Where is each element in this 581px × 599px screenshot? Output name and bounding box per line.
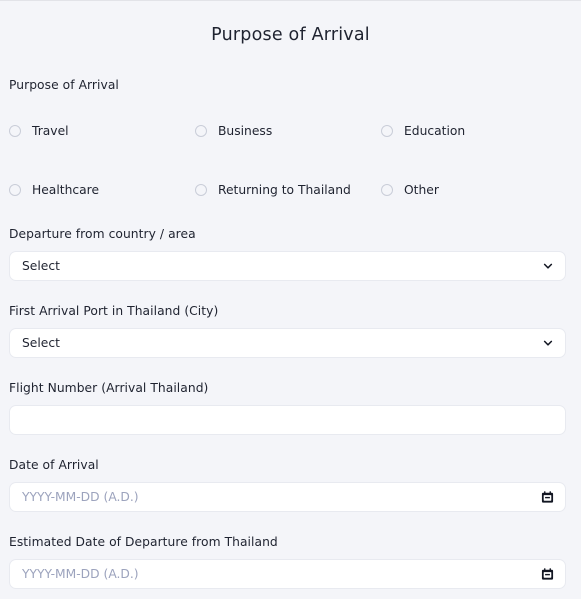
calendar-icon[interactable] xyxy=(541,568,554,581)
departure-country-label: Departure from country / area xyxy=(9,227,196,241)
radio-option-travel[interactable]: Travel xyxy=(9,120,195,142)
chevron-down-icon[interactable] xyxy=(543,338,553,348)
radio-label: Healthcare xyxy=(32,183,100,197)
radio-circle-icon[interactable] xyxy=(195,184,207,196)
date-of-departure-label: Estimated Date of Departure from Thailan… xyxy=(9,535,278,549)
radio-label: Returning to Thailand xyxy=(218,183,351,197)
radio-circle-icon[interactable] xyxy=(381,125,393,137)
radio-label: Education xyxy=(404,124,466,138)
row-spacer xyxy=(381,142,572,179)
radio-option-other[interactable]: Other xyxy=(381,179,572,201)
radio-circle-icon[interactable] xyxy=(381,184,393,196)
radio-label: Business xyxy=(218,124,273,138)
departure-country-select[interactable]: Select xyxy=(9,251,566,281)
radio-circle-icon[interactable] xyxy=(9,184,21,196)
flight-number-group: Flight Number (Arrival Thailand) xyxy=(9,381,572,435)
page-title: Purpose of Arrival xyxy=(211,25,370,45)
radio-label: Other xyxy=(404,183,439,197)
radio-circle-icon[interactable] xyxy=(195,125,207,137)
date-of-departure-group: Estimated Date of Departure from Thailan… xyxy=(9,535,572,589)
radio-label: Travel xyxy=(32,124,69,138)
row-spacer xyxy=(195,142,381,179)
radio-circle-icon[interactable] xyxy=(9,125,21,137)
radio-option-education[interactable]: Education xyxy=(381,120,572,142)
calendar-icon[interactable] xyxy=(541,491,554,504)
purpose-of-arrival-page: Purpose of Arrival Purpose of Arrival Tr… xyxy=(0,0,581,599)
arrival-port-label: First Arrival Port in Thailand (City) xyxy=(9,304,219,318)
arrival-port-select[interactable]: Select xyxy=(9,328,566,358)
date-of-arrival-group: Date of Arrival YYYY-MM-DD (A.D.) xyxy=(9,458,572,512)
row-spacer xyxy=(9,142,195,179)
date-of-arrival-placeholder: YYYY-MM-DD (A.D.) xyxy=(22,490,139,504)
date-of-arrival-label: Date of Arrival xyxy=(9,458,99,472)
purpose-of-arrival-group: Purpose of Arrival Travel Business Educa… xyxy=(9,78,572,201)
date-of-departure-input[interactable]: YYYY-MM-DD (A.D.) xyxy=(9,559,566,589)
flight-number-input[interactable] xyxy=(9,405,566,435)
departure-country-group: Departure from country / area Select xyxy=(9,227,572,281)
purpose-of-arrival-options: Travel Business Education Healthcare Ret… xyxy=(9,120,572,201)
arrival-port-group: First Arrival Port in Thailand (City) Se… xyxy=(9,304,572,358)
flight-number-label: Flight Number (Arrival Thailand) xyxy=(9,381,209,395)
arrival-port-value: Select xyxy=(22,336,60,350)
date-of-departure-placeholder: YYYY-MM-DD (A.D.) xyxy=(22,567,139,581)
chevron-down-icon[interactable] xyxy=(543,261,553,271)
radio-option-returning-to-thailand[interactable]: Returning to Thailand xyxy=(195,179,381,201)
radio-option-healthcare[interactable]: Healthcare xyxy=(9,179,195,201)
arrival-form: Purpose of Arrival Travel Business Educa… xyxy=(0,78,581,589)
radio-option-business[interactable]: Business xyxy=(195,120,381,142)
departure-country-value: Select xyxy=(22,259,60,273)
purpose-of-arrival-label: Purpose of Arrival xyxy=(9,78,119,92)
date-of-arrival-input[interactable]: YYYY-MM-DD (A.D.) xyxy=(9,482,566,512)
